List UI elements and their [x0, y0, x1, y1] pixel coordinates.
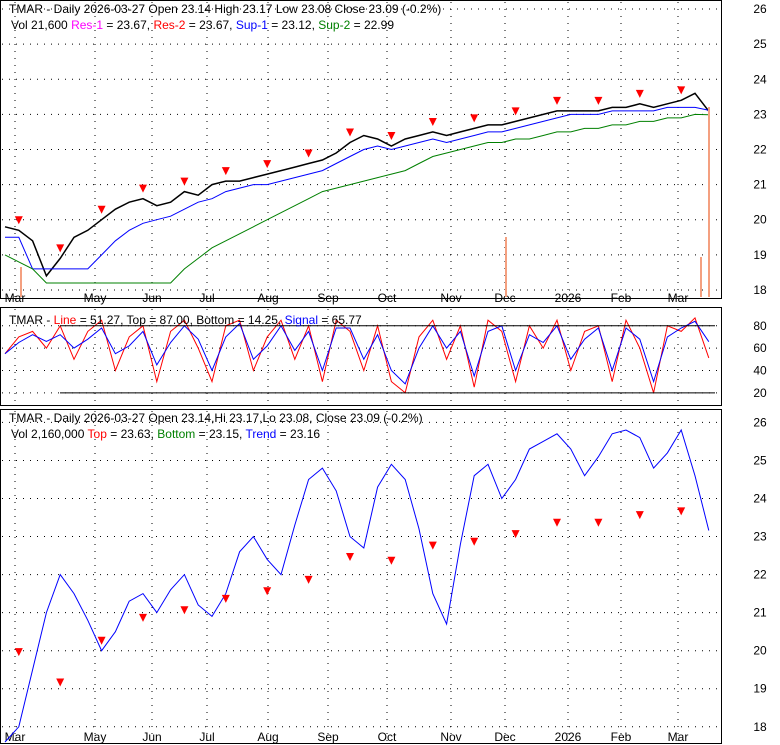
y-tick-label: 24: [753, 72, 767, 86]
stoch-line-label: Line: [54, 313, 77, 327]
x-tick-label: Mar: [668, 730, 689, 744]
y-tick-label: 25: [753, 37, 767, 51]
bottom-label: Bottom: [157, 427, 195, 441]
x-tick-label: 2026: [555, 291, 582, 305]
x-tick-label: Dec: [494, 730, 515, 744]
stoch-line-value: = 51.27, Top = 87.00, Bottom = 14.25,: [76, 313, 284, 327]
y-tick-label: 21: [753, 178, 767, 192]
volume-bar: [700, 257, 702, 297]
x-tick-label: Jul: [199, 730, 214, 744]
volume-bar: [708, 107, 710, 297]
x-tick-label: Sep: [317, 291, 339, 305]
trend-value: = 23.16: [276, 427, 320, 441]
y-tick-label: 19: [753, 248, 767, 262]
y-tick-label: 80: [753, 319, 767, 333]
x-tick-label: Aug: [257, 730, 278, 744]
y-tick-label: 24: [753, 492, 767, 506]
top-value: = 23.63,: [107, 427, 157, 441]
sup2-value: = 22.99: [350, 18, 394, 32]
price-panel-legend: Vol 21,600 Res-1 = 23.67, Res-2 = 23.67,…: [11, 18, 394, 32]
x-tick-label: 2026: [555, 730, 582, 744]
x-tick-label: Oct: [378, 291, 397, 305]
trend-panel-title: TMAR - Daily 2026-03-27 Open 23.14,Hi 23…: [9, 411, 423, 425]
trend-label: Trend: [245, 427, 276, 441]
y-tick-label: 22: [753, 568, 767, 582]
stoch-panel-title: TMAR - Line = 51.27, Top = 87.00, Bottom…: [9, 313, 362, 327]
res1-value: = 23.67,: [103, 18, 153, 32]
stoch-prefix: TMAR -: [9, 313, 54, 327]
y-tick-label: 26: [753, 2, 767, 16]
x-tick-label: Nov: [440, 291, 461, 305]
y-tick-label: 20: [753, 213, 767, 227]
y-tick-label: 26: [753, 415, 767, 429]
x-tick-label: Oct: [378, 730, 397, 744]
x-tick-label: Jun: [142, 291, 161, 305]
y-tick-label: 21: [753, 606, 767, 620]
x-tick-label: Sep: [317, 730, 339, 744]
y-tick-label: 25: [753, 453, 767, 467]
y-tick-label: 20: [753, 386, 767, 400]
y-tick-label: 22: [753, 143, 767, 157]
stoch-signal-label: Signal: [285, 313, 318, 327]
y-tick-label: 23: [753, 107, 767, 121]
sup2-label: Sup-2: [318, 18, 350, 32]
x-tick-label: May: [84, 730, 107, 744]
stoch-signal-value: = 65.77: [318, 313, 362, 327]
x-tick-label: Aug: [257, 291, 278, 305]
x-tick-label: Jul: [199, 291, 214, 305]
res2-value: = 23.67,: [185, 18, 235, 32]
volume-bar: [20, 267, 22, 297]
y-tick-label: 60: [753, 341, 767, 355]
bottom-value: = 23.15,: [195, 427, 245, 441]
y-tick-label: 20: [753, 644, 767, 658]
top-label: Top: [88, 427, 108, 441]
res2-label: Res-2: [153, 18, 185, 32]
price-panel-frame: [0, 0, 722, 299]
y-tick-label: 40: [753, 363, 767, 377]
volume-text: Vol 21,600: [11, 18, 71, 32]
x-tick-label: May: [84, 291, 107, 305]
volume-bar: [505, 237, 507, 297]
y-tick-label: 18: [753, 720, 767, 734]
res1-label: Res-1: [71, 18, 103, 32]
x-tick-label: Feb: [611, 291, 632, 305]
x-tick-label: Jun: [142, 730, 161, 744]
x-tick-label: Mar: [668, 291, 689, 305]
y-tick-label: 18: [753, 283, 767, 297]
stock-chart: 18 19 20 21 22 23 24 25 26 Mar May Jun Jul Aug Sep Oct N…: [0, 0, 780, 745]
x-tick-label: Feb: [611, 730, 632, 744]
y-tick-label: 23: [753, 530, 767, 544]
chart-svg: 18 19 20 21 22 23 24 25 26 Mar May Jun Jul Aug Sep Oct N…: [0, 0, 767, 744]
y-tick-label: 19: [753, 682, 767, 696]
x-tick-label: Mar: [5, 730, 26, 744]
x-tick-label: Nov: [440, 730, 461, 744]
trend-panel-legend: Vol 2,160,000 Top = 23.63, Bottom = 23.1…: [11, 427, 320, 441]
sup1-value: = 23.12,: [268, 18, 318, 32]
x-tick-label: Mar: [5, 291, 26, 305]
volume-text: Vol 2,160,000: [11, 427, 88, 441]
price-panel-title: TMAR - Daily 2026-03-27 Open 23.14 High …: [9, 2, 441, 16]
sup1-label: Sup-1: [236, 18, 268, 32]
trend-panel-frame: [0, 409, 722, 744]
